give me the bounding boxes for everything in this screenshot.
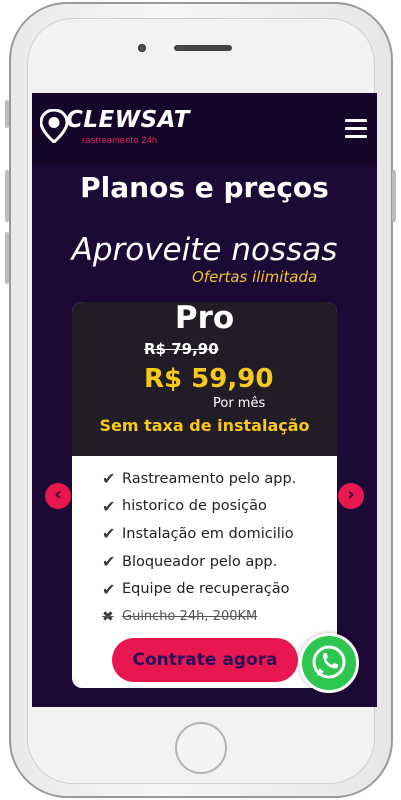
check-icon: ✔ (102, 524, 116, 544)
installation-note: Sem taxa de instalação (99, 416, 310, 435)
app-screen: CLEWSAT rastreamento 24h Planos e preços… (32, 93, 377, 707)
plan-name: Pro (174, 302, 235, 336)
check-icon: ✔ (102, 579, 116, 599)
feature-item-excluded: ✖ Guincho 24h, 200KM (102, 603, 332, 631)
check-icon: ✔ (102, 469, 116, 489)
feature-item: ✔ historico de posição (102, 493, 332, 521)
feature-label: Equipe de recuperação (122, 581, 290, 598)
carousel-prev-button[interactable]: ‹ (45, 483, 71, 509)
phone-side-button (392, 170, 396, 222)
feature-item: ✔ Instalação em domicilio (102, 520, 332, 548)
old-price: R$ 79,90 (144, 340, 219, 358)
feature-label: Bloqueador pelo app. (122, 553, 278, 570)
feature-label: Rastreamento pelo app. (122, 470, 297, 487)
hamburger-menu-icon[interactable] (345, 119, 367, 138)
cross-icon: ✖ (102, 608, 114, 625)
contract-now-button[interactable]: Contrate agora (112, 638, 298, 682)
feature-label: Guincho 24h, 200KM (122, 609, 258, 625)
phone-side-button (5, 170, 9, 222)
whatsapp-icon (312, 645, 346, 679)
promo-title: Aproveite nossas (71, 232, 338, 268)
feature-label: Instalação em domicilio (122, 525, 294, 542)
phone-side-button (5, 232, 9, 284)
current-price: R$ 59,90 (144, 364, 274, 394)
check-icon: ✔ (102, 496, 116, 516)
feature-item: ✔ Bloqueador pelo app. (102, 548, 332, 576)
promo-subtitle: Ofertas ilimitada (192, 268, 318, 286)
top-navbar: CLEWSAT rastreamento 24h (32, 93, 377, 165)
phone-home-button[interactable] (175, 722, 227, 774)
chevron-left-icon: ‹ (54, 484, 62, 505)
chevron-right-icon: › (347, 484, 355, 505)
brand-tagline: rastreamento 24h (82, 135, 158, 145)
phone-side-button (5, 100, 9, 128)
brand-logo[interactable]: CLEWSAT rastreamento 24h (40, 107, 212, 147)
phone-camera (138, 44, 146, 52)
pricing-card-header: Pro R$ 79,90 R$ 59,90 Por mês Sem taxa d… (72, 302, 337, 456)
brand-name: CLEWSAT (66, 107, 190, 133)
location-pin-icon (40, 109, 68, 143)
carousel-next-button[interactable]: › (338, 483, 364, 509)
whatsapp-button[interactable] (299, 633, 359, 693)
page-title: Planos e preços (80, 171, 329, 204)
price-period: Por mês (213, 396, 266, 411)
pricing-card: Pro R$ 79,90 R$ 59,90 Por mês Sem taxa d… (72, 302, 337, 688)
check-icon: ✔ (102, 552, 116, 572)
feature-list: ✔ Rastreamento pelo app. ✔ historico de … (102, 465, 332, 631)
feature-item: ✔ Equipe de recuperação (102, 575, 332, 603)
feature-label: historico de posição (122, 498, 267, 515)
feature-item: ✔ Rastreamento pelo app. (102, 465, 332, 493)
phone-speaker (174, 45, 232, 51)
